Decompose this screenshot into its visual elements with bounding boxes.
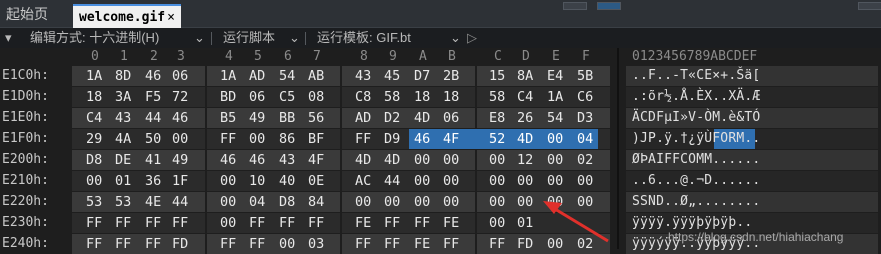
tab-welcome-gif-label: welcome.gif xyxy=(79,10,166,25)
close-icon[interactable]: × xyxy=(167,10,175,25)
editor-toolbar: ▾ 编辑方式: 十六进制(H) ⌄ 运行脚本 ⌄ 运行模板: GIF.bt ⌄ … xyxy=(0,28,881,48)
red-arrow-annotation xyxy=(543,201,609,243)
run-script-dropdown[interactable]: 运行脚本 xyxy=(223,30,275,46)
hex-editor-grid[interactable]: 0123456789ABCDEF 0123456789ABCDEF E1C0h:… xyxy=(0,48,881,254)
run-template-dropdown[interactable]: 运行模板: GIF.bt xyxy=(317,30,411,46)
tab-bar: 起始页 welcome.gif × xyxy=(0,0,881,29)
chevron-down-icon[interactable]: ⌄ xyxy=(194,30,205,46)
tab-welcome-gif[interactable]: welcome.gif × xyxy=(73,4,181,29)
collapse-icon[interactable]: ▾ xyxy=(5,30,12,46)
panel-toggle-button[interactable] xyxy=(858,2,881,10)
tab-start-page[interactable]: 起始页 xyxy=(6,2,48,27)
toolbar-ghost-button[interactable] xyxy=(563,2,587,10)
chevron-down-icon[interactable]: ⌄ xyxy=(289,30,300,46)
toolbar-divider xyxy=(211,32,212,45)
toolbar-ghost-button-active[interactable] xyxy=(597,2,621,10)
watermark-text: https://blog.csdn.net/hiahiachang xyxy=(668,230,844,244)
edit-mode-dropdown[interactable]: 编辑方式: 十六进制(H) xyxy=(30,30,159,46)
arrow-shaft xyxy=(549,204,609,243)
run-template-play-icon[interactable]: ▷ xyxy=(467,30,477,46)
chevron-down-icon[interactable]: ⌄ xyxy=(450,30,461,46)
toolbar-divider xyxy=(305,32,306,45)
